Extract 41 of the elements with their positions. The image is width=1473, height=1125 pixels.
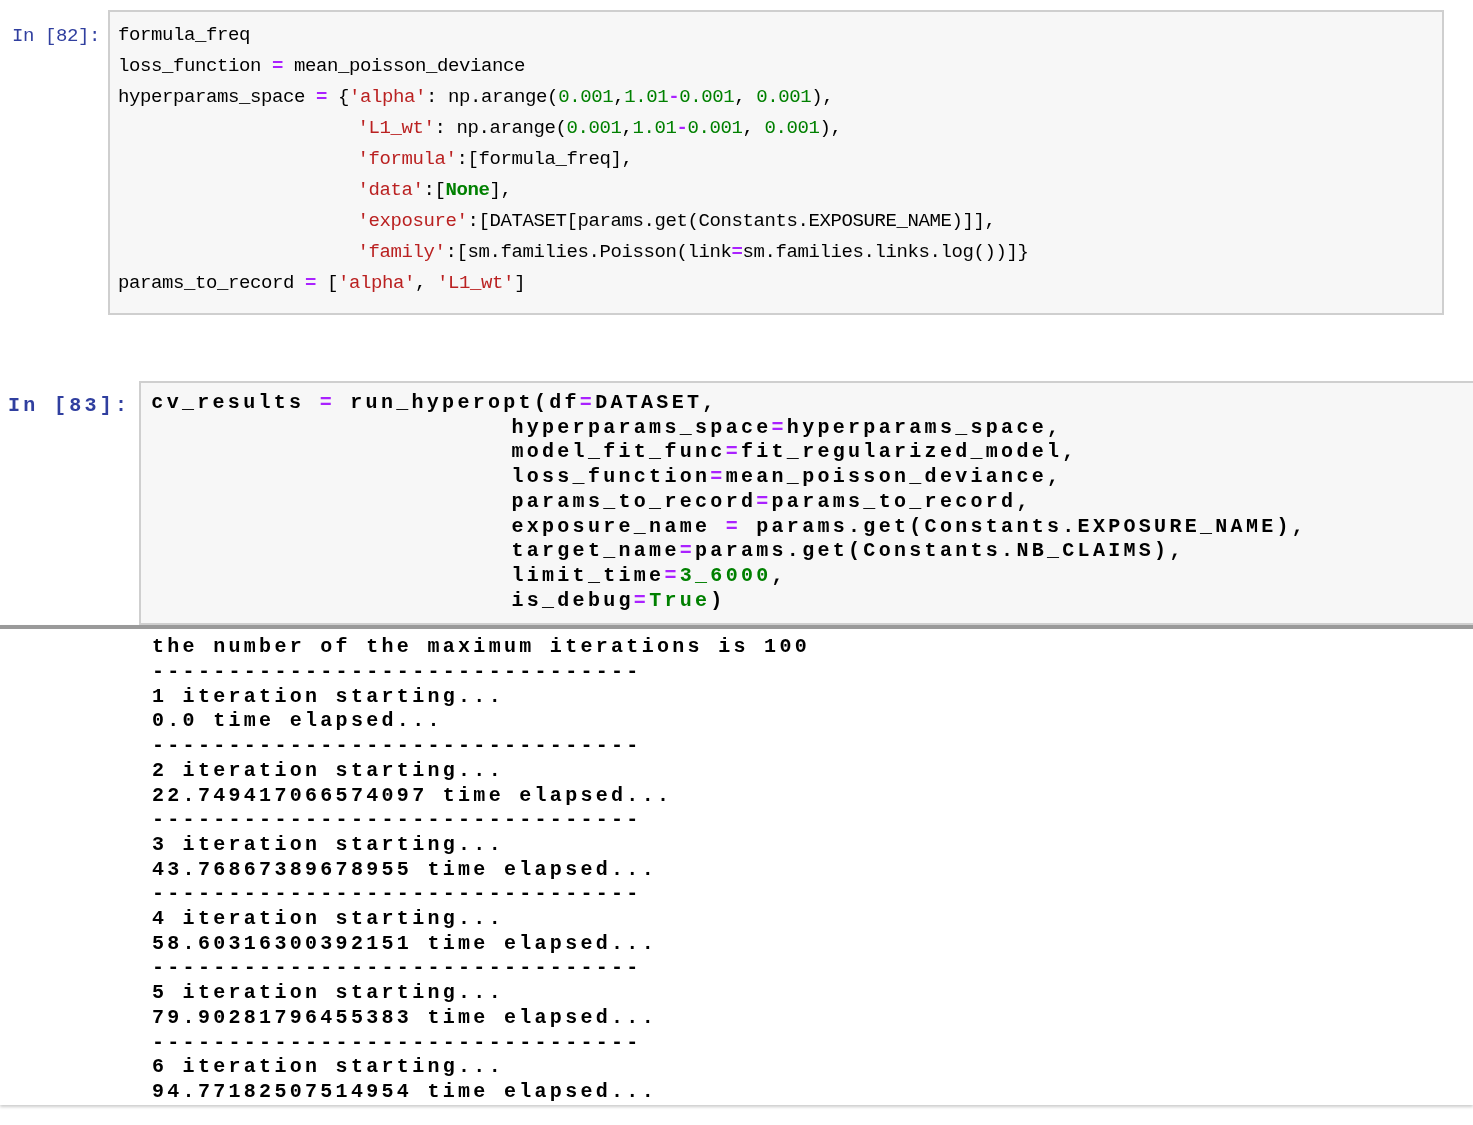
cell-prompt: In [82]:: [11, 24, 101, 49]
output-line: 3 iteration starting...: [152, 832, 504, 856]
output-line: --------------------------------: [152, 734, 642, 758]
code-line: 'family':[sm.families.Poisson(link=sm.families.links.log())]}: [357, 241, 1029, 263]
output-line: 1 iteration starting...: [152, 684, 504, 708]
output-line: 79.90281796455383 time elapsed...: [152, 1005, 657, 1029]
code-line: loss_function = mean_poisson_deviance: [118, 55, 526, 77]
code-line: loss_function=mean_poisson_deviance,: [511, 465, 1063, 489]
code-line: 'formula':[formula_freq],: [357, 148, 633, 170]
output-line: --------------------------------: [152, 1030, 642, 1054]
code-line: params_to_record = ['alpha', 'L1_wt']: [118, 272, 526, 294]
code-line: is_debug=True): [511, 588, 726, 612]
output-line: 6 iteration starting...: [152, 1055, 504, 1079]
output-line: --------------------------------: [152, 808, 642, 832]
output-line: 22.749417066574097 time elapsed...: [152, 783, 673, 807]
code-line: 'L1_wt': np.arange(0.001,1.01-0.001, 0.001),: [357, 117, 842, 139]
code-line: limit_time=3_6000,: [511, 563, 787, 587]
output-line: --------------------------------: [152, 956, 642, 980]
cell-prompt: In [83]:: [7, 393, 132, 419]
code-cell[interactable]: [139, 381, 1473, 626]
code-cell[interactable]: [108, 10, 1444, 315]
output-line: 2 iteration starting...: [152, 758, 504, 782]
output-line: 0.0 time elapsed...: [152, 709, 443, 733]
code-line: params_to_record=params_to_record,: [511, 489, 1032, 513]
code-line: target_name=params.get(Constants.NB_CLAIMS),: [511, 539, 1185, 563]
code-line: hyperparams_space=hyperparams_space,: [511, 415, 1063, 439]
output-line: 4 iteration starting...: [152, 907, 504, 931]
output-line: 5 iteration starting...: [152, 981, 504, 1005]
output-line: 43.76867389678955 time elapsed...: [152, 857, 657, 881]
code-line: model_fit_func=fit_regularized_model,: [511, 440, 1078, 464]
code-line: hyperparams_space = {'alpha': np.arange(0.001,1.01-0.001, 0.001),: [118, 86, 834, 108]
code-line: exposure_name = params.get(Constants.EXPOSURE_NAME),: [511, 514, 1308, 538]
output-line: 94.77182507514954 time elapsed...: [152, 1080, 657, 1103]
code-line: 'exposure':[DATASET[params.get(Constants.EXPOSURE_NAME)]],: [357, 210, 996, 232]
output-line: --------------------------------: [152, 882, 642, 906]
output-line: --------------------------------: [152, 660, 642, 684]
output-line: 58.60316300392151 time elapsed...: [152, 931, 657, 955]
code-line: 'data':[None],: [357, 179, 512, 201]
code-line: formula_freq: [118, 24, 251, 46]
output-line: the number of the maximum iterations is 100: [152, 635, 810, 659]
code-line: cv_results = run_hyperopt(df=DATASET,: [151, 391, 718, 414]
